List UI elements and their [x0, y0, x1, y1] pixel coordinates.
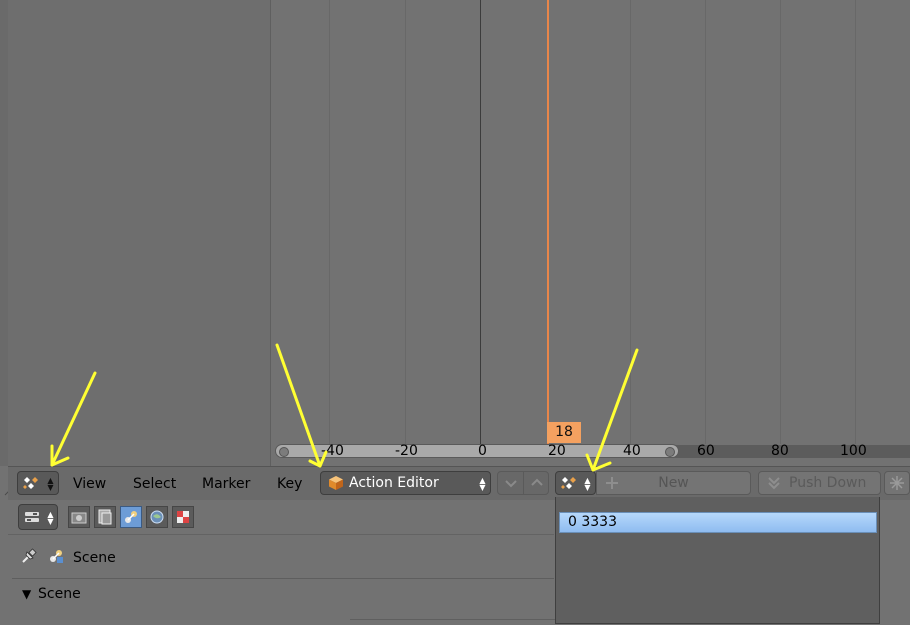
playhead-line[interactable] — [547, 0, 549, 444]
texture-checker-icon — [177, 511, 189, 523]
panel-field-edge — [350, 619, 555, 625]
updown-arrows-icon: ▲ ▼ — [584, 476, 591, 492]
new-action-button[interactable]: New — [596, 471, 751, 495]
sparkle-icon — [890, 476, 904, 490]
camera-icon — [71, 512, 87, 524]
divider — [12, 578, 554, 579]
push-down-icon — [768, 477, 780, 490]
menu-key[interactable]: Key — [277, 476, 302, 492]
push-down-button[interactable]: Push Down — [758, 471, 881, 495]
scene-panel-header[interactable]: ▼ Scene — [22, 586, 322, 606]
collapse-triangle-icon: ▼ — [22, 587, 32, 601]
tab-scene[interactable] — [120, 506, 142, 528]
render-layers-icon — [98, 509, 112, 525]
context-path: Scene — [16, 544, 316, 570]
pin-icon[interactable] — [20, 547, 38, 565]
action-icon — [561, 477, 576, 489]
tab-render[interactable] — [68, 506, 90, 528]
scene-icon — [50, 550, 63, 563]
frame-tick-label: -40 — [321, 443, 344, 459]
frame-tick-label: 40 — [623, 443, 641, 459]
action-browse-popup: 0 3333 — [555, 497, 880, 624]
menu-view[interactable]: View — [73, 476, 106, 492]
frame-tick-label: 80 — [771, 443, 789, 459]
frame-tick-label: 100 — [840, 443, 867, 459]
properties-editor-type-button[interactable]: ▲ ▼ — [18, 504, 58, 530]
layer-down-icon[interactable] — [504, 478, 518, 488]
mode-selector-label: Action Editor — [349, 475, 439, 491]
divider — [8, 534, 554, 535]
browse-action-button[interactable]: ▲ ▼ — [555, 471, 596, 495]
scrollbar-handle-left[interactable] — [279, 447, 289, 457]
frame-tick-label: 20 — [548, 443, 566, 459]
updown-arrows-icon: ▲ ▼ — [47, 510, 54, 526]
grid-line — [630, 0, 631, 444]
editor-type-button[interactable]: ▲ ▼ — [17, 471, 59, 495]
dope-sheet-area[interactable]: -40 -20 0 20 40 60 80 100 18 — [271, 0, 910, 466]
properties-tab-bar: ▲ ▼ — [8, 504, 548, 534]
current-frame-indicator[interactable]: 18 — [547, 422, 581, 443]
properties-icon — [25, 512, 39, 522]
scrollbar-handle-right[interactable] — [665, 447, 675, 457]
menu-marker[interactable]: Marker — [202, 476, 250, 492]
left-empty-panel — [8, 0, 271, 466]
tab-render-layers[interactable] — [94, 506, 116, 528]
stash-action-button[interactable] — [884, 471, 910, 495]
tab-texture[interactable] — [172, 506, 194, 528]
frame-tick-label: 60 — [697, 443, 715, 459]
grid-line-zero — [480, 0, 481, 444]
cube-icon — [329, 476, 343, 490]
tab-world[interactable] — [146, 506, 168, 528]
action-list-item[interactable]: 0 3333 — [559, 512, 877, 533]
frame-tick-label: -20 — [395, 443, 418, 459]
dope-sheet-header: ▲ ▼ View Select Marker Key Action Editor … — [8, 466, 910, 501]
frame-tick-label: 0 — [478, 443, 487, 459]
menu-select[interactable]: Select — [133, 476, 176, 492]
dope-sheet-icon — [23, 477, 38, 489]
scene-icon — [125, 511, 137, 523]
grid-line — [780, 0, 781, 444]
new-action-label: New — [658, 475, 689, 491]
world-icon — [150, 510, 164, 524]
grid-line — [855, 0, 856, 444]
nav-separator — [523, 472, 524, 494]
grid-line — [705, 0, 706, 444]
updown-arrows-icon: ▲ ▼ — [47, 476, 54, 492]
action-layer-nav — [497, 471, 549, 495]
grid-line — [405, 0, 406, 444]
updown-arrows-icon: ▲ ▼ — [479, 476, 486, 492]
context-scene-label: Scene — [73, 550, 116, 566]
mode-selector[interactable]: Action Editor ▲ ▼ — [320, 471, 491, 495]
grid-line — [329, 0, 330, 444]
layer-up-icon[interactable] — [530, 478, 544, 488]
push-down-label: Push Down — [789, 475, 867, 491]
scene-panel-title: Scene — [38, 586, 81, 602]
